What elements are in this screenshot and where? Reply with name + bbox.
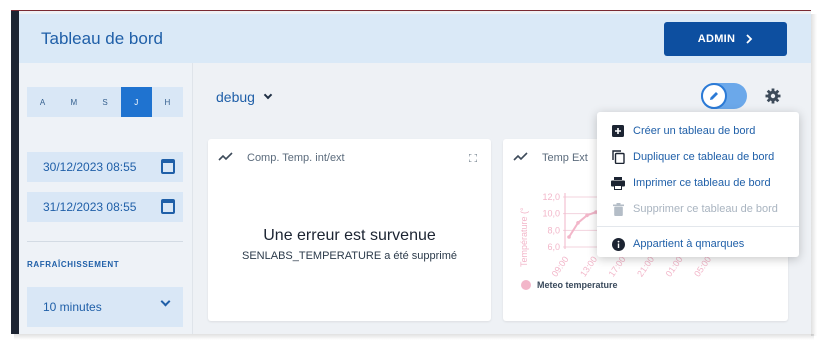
- x-tick-label: 09:00: [550, 254, 571, 278]
- y-axis-label: Température (°: [519, 207, 529, 267]
- menu-item-label: Appartient à qmarques: [633, 238, 745, 250]
- x-tick-label: 05:00: [692, 254, 713, 278]
- period-day[interactable]: J: [120, 87, 152, 117]
- y-tick-label: 8,0: [547, 225, 560, 235]
- page-title: Tableau de bord: [41, 29, 163, 48]
- calendar-icon[interactable]: [161, 159, 175, 174]
- y-tick-label: 10,0: [542, 209, 560, 219]
- date-to-value: 31/12/2023 08:55: [43, 200, 137, 214]
- date-to-field[interactable]: 31/12/2023 08:55: [27, 192, 183, 222]
- app-header: Tableau de bord ADMIN: [19, 14, 811, 63]
- date-from-field[interactable]: 30/12/2023 08:55: [27, 152, 183, 182]
- add-box-icon: [611, 124, 625, 138]
- print-icon: [611, 176, 625, 190]
- window-shadow: [811, 14, 817, 336]
- x-tick-label: 01:00: [664, 254, 685, 278]
- error-title: Une erreur est survenue: [263, 227, 436, 244]
- refresh-select[interactable]: 10 minutes: [27, 287, 183, 327]
- menu-item-print[interactable]: Imprimer ce tableau de bord: [597, 170, 799, 196]
- menu-item-label: Supprimer ce tableau de bord: [633, 203, 778, 215]
- period-month[interactable]: M: [58, 87, 89, 117]
- refresh-value: 10 minutes: [43, 300, 102, 314]
- trash-icon: [611, 202, 625, 216]
- period-selector: A M S J H: [27, 87, 183, 117]
- period-year[interactable]: A: [27, 87, 58, 117]
- chevron-down-icon: [263, 90, 273, 100]
- window-shadow: [14, 334, 814, 340]
- period-hour[interactable]: H: [152, 87, 183, 117]
- widget-title: Comp. Temp. int/ext: [247, 152, 345, 164]
- expand-icon[interactable]: [469, 154, 477, 162]
- pencil-icon: [701, 83, 727, 109]
- admin-button[interactable]: ADMIN: [664, 22, 787, 56]
- data-point: [585, 213, 589, 218]
- edit-mode-toggle[interactable]: [701, 83, 747, 109]
- legend-swatch: [521, 280, 531, 290]
- x-tick-label: 17:00: [607, 254, 628, 278]
- menu-item-owner[interactable]: Appartient à qmarques: [597, 231, 799, 257]
- error-detail: SENLABS_TEMPERATURE a été supprimé: [242, 250, 457, 262]
- trend-line-icon: [513, 152, 528, 161]
- app-window: Tableau de bord ADMIN A M S J H 30/12/20…: [11, 11, 811, 334]
- trend-line-icon: [218, 152, 233, 161]
- chart-legend: Meteo temperature: [521, 280, 618, 290]
- widget-title: Temp Ext: [542, 152, 588, 164]
- sidebar-divider: [27, 241, 183, 242]
- x-tick-label: 21:00: [635, 254, 656, 278]
- date-from-value: 30/12/2023 08:55: [43, 160, 137, 174]
- widget-card: Comp. Temp. int/ext Une erreur est surve…: [208, 139, 491, 321]
- y-tick-label: 12,0: [542, 192, 560, 202]
- dashboard-selector[interactable]: debug: [216, 89, 273, 105]
- menu-item-create[interactable]: Créer un tableau de bord: [597, 118, 799, 144]
- admin-button-label: ADMIN: [697, 33, 736, 45]
- y-tick-label: 6,0: [547, 242, 560, 252]
- gear-icon[interactable]: [763, 86, 783, 106]
- menu-item-label: Créer un tableau de bord: [633, 125, 756, 137]
- period-week[interactable]: S: [89, 87, 120, 117]
- copy-icon: [611, 150, 625, 164]
- chevron-down-icon: [160, 296, 171, 307]
- legend-label: Meteo temperature: [537, 280, 618, 290]
- chevron-right-icon: [746, 34, 753, 44]
- data-point: [567, 235, 571, 239]
- refresh-label: RAFRAÎCHISSEMENT: [27, 260, 120, 269]
- calendar-icon[interactable]: [161, 199, 175, 214]
- menu-item-delete: Supprimer ce tableau de bord: [597, 196, 799, 222]
- menu-divider: [597, 226, 799, 227]
- dashboard-menu: Créer un tableau de bord Dupliquer ce ta…: [597, 112, 799, 257]
- menu-item-label: Imprimer ce tableau de bord: [633, 177, 771, 189]
- info-icon: [611, 237, 625, 251]
- dashboard-name: debug: [216, 89, 255, 105]
- data-point: [576, 221, 580, 225]
- sidebar: A M S J H 30/12/2023 08:55 31/12/2023 08…: [19, 63, 193, 334]
- menu-item-duplicate[interactable]: Dupliquer ce tableau de bord: [597, 144, 799, 170]
- menu-item-label: Dupliquer ce tableau de bord: [633, 151, 775, 163]
- x-tick-label: 13:00: [578, 254, 599, 278]
